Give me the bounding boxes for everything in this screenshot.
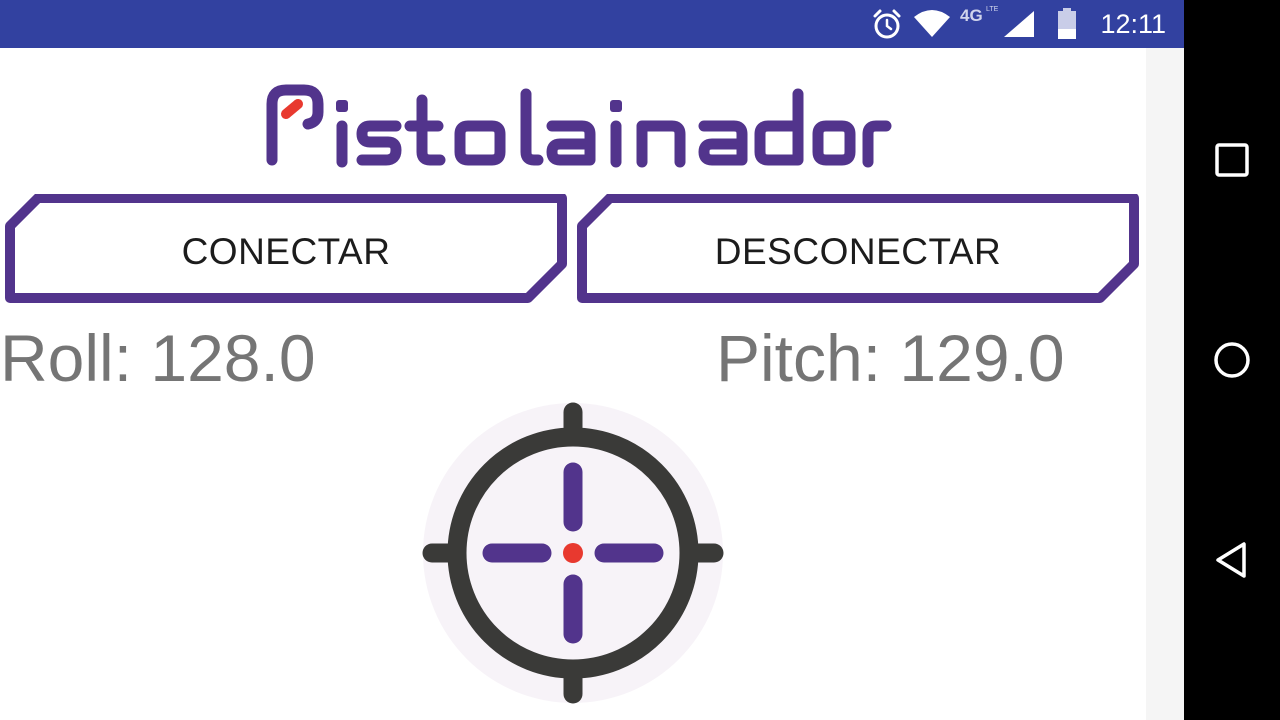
alarm-icon [870, 0, 904, 48]
app-logo [246, 60, 902, 184]
battery-icon [1056, 0, 1078, 48]
status-bar: 4G LTE 12:11 [0, 0, 1184, 48]
disconnect-button[interactable]: DESCONECTAR [574, 194, 1142, 304]
scroll-edge [1146, 48, 1184, 720]
home-circle-icon[interactable] [1184, 312, 1280, 408]
network-type-label: 4G [960, 6, 983, 25]
cell-signal-icon [1002, 0, 1036, 48]
navigation-bar [1184, 0, 1280, 720]
back-triangle-icon[interactable] [1184, 512, 1280, 608]
connect-button-label: CONECTAR [181, 231, 391, 272]
status-time: 12:11 [1100, 9, 1166, 39]
disconnect-button-label: DESCONECTAR [714, 231, 1002, 272]
recents-square-icon[interactable] [1184, 112, 1280, 208]
network-sub-label: LTE [986, 6, 999, 13]
crosshair-icon [420, 400, 726, 706]
pitch-readout: Pitch: 129.0 [716, 321, 1065, 395]
connect-button[interactable]: CONECTAR [2, 194, 570, 304]
roll-readout: Roll: 128.0 [0, 321, 316, 395]
app-content: CONECTAR DESCONECTAR Roll: 128.0 Pitch: … [0, 48, 1146, 720]
wifi-icon [912, 0, 952, 48]
